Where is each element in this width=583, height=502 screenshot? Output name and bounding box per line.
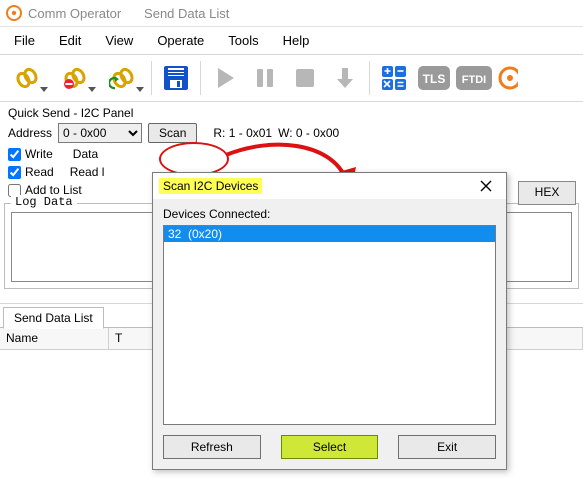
target-icon[interactable]	[495, 59, 519, 97]
app-icon	[6, 5, 22, 21]
save-icon[interactable]	[157, 59, 195, 97]
download-icon[interactable]	[326, 59, 364, 97]
menu-tools[interactable]: Tools	[228, 33, 258, 48]
hex-button[interactable]: HEX	[518, 181, 576, 205]
link-icon[interactable]	[4, 59, 50, 97]
svg-text:TLS: TLS	[423, 72, 446, 86]
chevron-down-icon	[40, 87, 48, 93]
stop-icon[interactable]	[286, 59, 324, 97]
devices-label: Devices Connected:	[163, 207, 496, 221]
menu-edit[interactable]: Edit	[59, 33, 81, 48]
exit-button[interactable]: Exit	[398, 435, 496, 459]
write-checkbox[interactable]: Write	[8, 147, 53, 161]
link-refresh-icon[interactable]	[100, 59, 146, 97]
data-label: Data	[73, 147, 98, 161]
link-remove-icon[interactable]	[52, 59, 98, 97]
scan-button[interactable]: Scan	[148, 123, 197, 143]
app-subtitle: Send Data List	[144, 6, 229, 21]
play-icon[interactable]	[206, 59, 244, 97]
readlen-label: Read l	[70, 165, 105, 179]
scan-i2c-dialog: Scan I2C Devices Devices Connected: 32 (…	[152, 172, 507, 470]
separator	[151, 61, 152, 95]
address-select[interactable]: 0 - 0x00	[58, 123, 142, 143]
grid-col-name[interactable]: Name	[0, 328, 109, 350]
chevron-down-icon	[136, 87, 144, 93]
menu-file[interactable]: File	[14, 33, 35, 48]
read-checkbox[interactable]: Read	[8, 165, 54, 179]
dialog-title: Scan I2C Devices	[159, 178, 262, 194]
chevron-down-icon	[88, 87, 96, 93]
w-value: W: 0 - 0x00	[278, 126, 339, 140]
close-icon[interactable]	[472, 177, 500, 195]
log-data-title: Log Data	[11, 195, 77, 209]
menu-view[interactable]: View	[105, 33, 133, 48]
devices-list[interactable]: 32 (0x20)	[163, 225, 496, 425]
pause-icon[interactable]	[246, 59, 284, 97]
app-title: Comm Operator	[28, 6, 121, 21]
ftdi-icon[interactable]: FTDI	[455, 59, 493, 97]
separator	[200, 61, 201, 95]
separator	[369, 61, 370, 95]
list-item[interactable]: 32 (0x20)	[164, 226, 495, 242]
tls-icon[interactable]: TLS	[415, 59, 453, 97]
refresh-button[interactable]: Refresh	[163, 435, 261, 459]
tab-send-data-list[interactable]: Send Data List	[3, 307, 104, 329]
select-button[interactable]: Select	[281, 435, 379, 459]
svg-text:FTDI: FTDI	[462, 74, 486, 86]
menu-help[interactable]: Help	[283, 33, 310, 48]
address-label: Address	[8, 126, 52, 140]
menu-operate[interactable]: Operate	[157, 33, 204, 48]
calculator-icon[interactable]	[375, 59, 413, 97]
r-value: R: 1 - 0x01	[213, 126, 272, 140]
i2c-panel-title: Quick Send - I2C Panel	[8, 106, 575, 120]
